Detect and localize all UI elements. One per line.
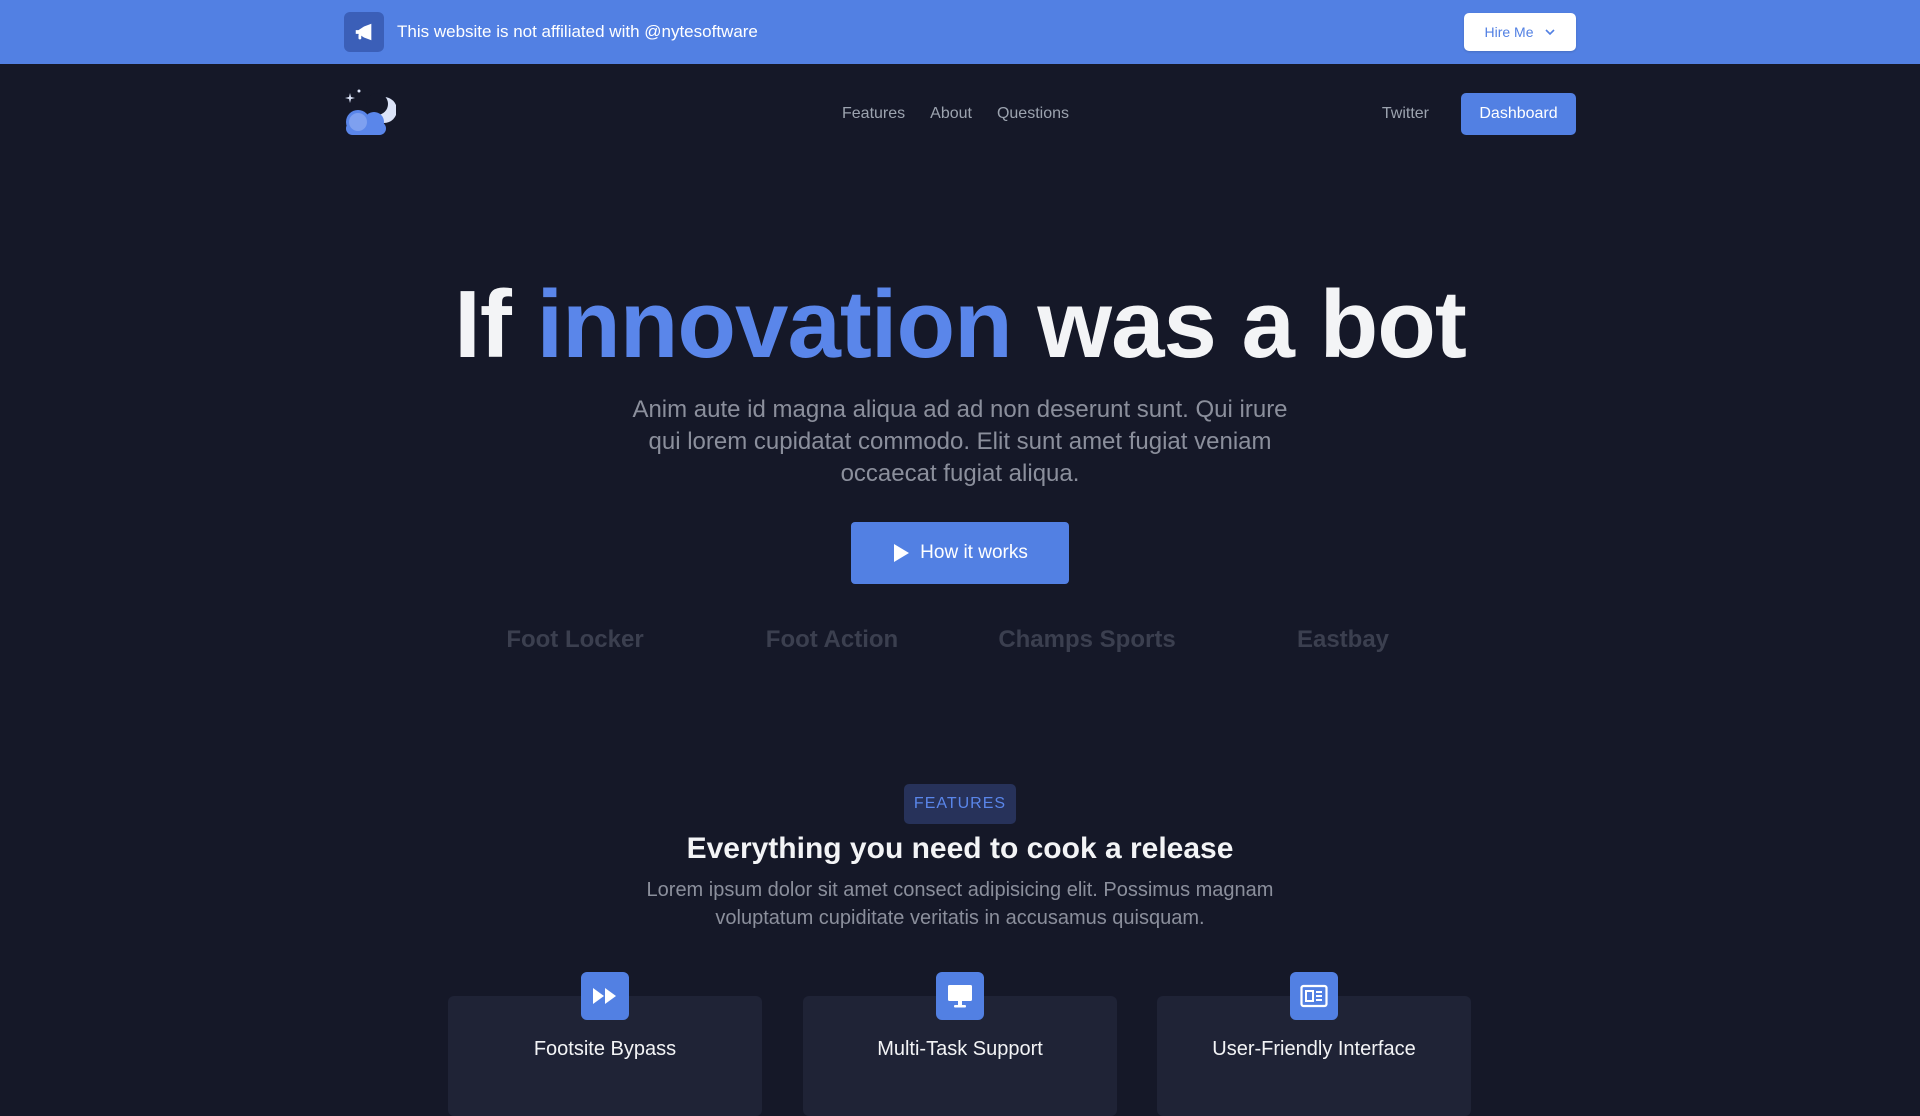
newspaper-icon bbox=[1290, 972, 1338, 1020]
hero-title: If innovation was a bot bbox=[0, 270, 1920, 380]
nav-link-twitter[interactable]: Twitter bbox=[1382, 105, 1429, 123]
features-subtitle: Lorem ipsum dolor sit amet consect adipi… bbox=[646, 879, 1274, 929]
brand-eastbay: Eastbay bbox=[1296, 626, 1390, 653]
brand-logos: Foot Locker Foot Action Champs Sports Ea… bbox=[0, 626, 1920, 656]
banner-text: This website is not affiliated with @nyt… bbox=[397, 22, 758, 41]
feature-card-title: Multi-Task Support bbox=[877, 1038, 1043, 1060]
feature-card-multi-task: Multi-Task Support bbox=[803, 972, 1117, 1116]
moon-cloud-logo[interactable] bbox=[344, 88, 396, 140]
play-icon bbox=[894, 544, 910, 562]
main-nav: Features About Questions Twitter Dashboa… bbox=[344, 84, 1576, 144]
nav-link-questions[interactable]: Questions bbox=[997, 105, 1069, 123]
fast-forward-icon bbox=[581, 972, 629, 1020]
how-it-works-label: How it works bbox=[920, 542, 1028, 563]
brand-foot-locker: Foot Locker bbox=[506, 626, 644, 653]
feature-card-footsite-bypass: Footsite Bypass bbox=[448, 972, 762, 1116]
chevron-down-icon bbox=[1544, 29, 1555, 36]
monitor-icon bbox=[936, 972, 984, 1020]
brand-foot-action: Foot Action bbox=[765, 626, 899, 653]
feature-card-user-friendly: User-Friendly Interface bbox=[1157, 972, 1471, 1116]
feature-card-title: Footsite Bypass bbox=[533, 1038, 677, 1060]
nav-link-features[interactable]: Features bbox=[842, 105, 905, 123]
feature-card-title: User-Friendly Interface bbox=[1212, 1038, 1416, 1060]
megaphone-icon bbox=[344, 12, 384, 52]
nav-link-about[interactable]: About bbox=[930, 105, 972, 123]
features-badge: FEATURES bbox=[904, 784, 1016, 824]
hire-me-label: Hire Me bbox=[1484, 24, 1534, 40]
dashboard-button[interactable]: Dashboard bbox=[1461, 93, 1576, 135]
announcement-banner: This website is not affiliated with @nyt… bbox=[0, 0, 1920, 64]
hero-subtitle: Anim aute id magna aliqua ad ad non dese… bbox=[632, 396, 1288, 487]
hero-title-accent: innovation bbox=[536, 271, 1012, 378]
hero-title-pre: If bbox=[454, 271, 537, 378]
how-it-works-button[interactable]: How it works bbox=[851, 522, 1069, 584]
features-title: Everything you need to cook a release bbox=[686, 832, 1234, 865]
hire-me-button[interactable]: Hire Me bbox=[1464, 13, 1576, 51]
hero-title-post: was a bot bbox=[1011, 271, 1466, 378]
brand-champs-sports: Champs Sports bbox=[998, 626, 1176, 653]
